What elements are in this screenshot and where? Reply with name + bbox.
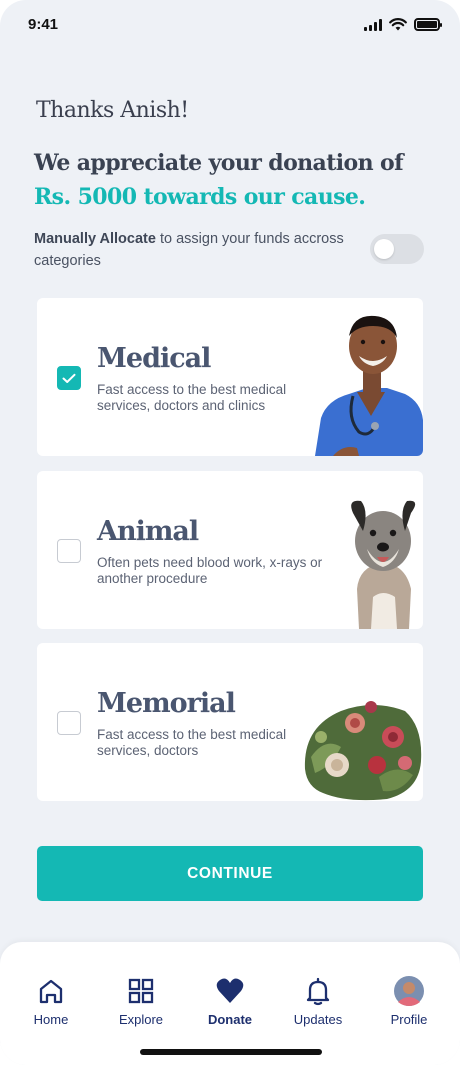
medical-title: Medical [97,343,211,374]
medical-checkbox[interactable] [57,366,81,390]
status-icons [364,18,442,31]
check-icon [62,373,76,383]
manual-allocate-toggle[interactable] [370,234,424,264]
tab-donate[interactable]: Donate [190,976,270,1027]
bell-icon [306,977,330,1006]
tab-explore[interactable]: Explore [101,976,181,1027]
memorial-title: Memorial [97,688,236,719]
manual-allocate-label: Manually Allocate [34,231,156,247]
doctor-photo [315,315,423,456]
tab-home[interactable]: Home [11,976,91,1027]
home-icon [39,979,63,1004]
animal-description: Often pets need blood work, x-rays or an… [97,555,323,586]
donation-amount-text: Rs. 5000 towards our cause. [34,184,366,210]
signal-icon [364,18,382,31]
category-card-memorial[interactable]: Memorial Fast access to the best medical… [37,643,423,801]
animal-title: Animal [97,516,199,547]
bottom-tab-bar: Home Explore Donate Updates Profile [0,942,460,1065]
continue-button[interactable]: CONTINUE [37,846,423,901]
app-screen: 9:41 Thanks Anish! We appreciate your do… [0,0,460,1065]
tab-updates[interactable]: Updates [278,976,358,1027]
status-time: 9:41 [28,16,59,33]
flowers-photo [304,701,422,801]
dog-photo [351,500,416,629]
avatar [394,976,424,1006]
battery-icon [414,18,442,31]
home-indicator [140,1049,322,1055]
tab-profile[interactable]: Profile [369,976,449,1027]
manual-allocate-text: Manually Allocate to assign your funds a… [34,228,354,272]
status-bar: 9:41 [0,0,460,50]
grid-icon [128,978,154,1004]
category-card-animal[interactable]: Animal Often pets need blood work, x-ray… [37,471,423,629]
memorial-description: Fast access to the best medical services… [97,727,287,758]
tab-explore-label: Explore [118,1012,164,1027]
greeting: Thanks Anish! [36,98,189,123]
toggle-knob [374,239,394,259]
medical-description: Fast access to the best medical services… [97,382,287,413]
donation-headline: We appreciate your donation of Rs. 5000 … [34,146,434,214]
tab-updates-label: Updates [293,1012,343,1027]
tab-home-label: Home [33,1012,69,1027]
headline-text: We appreciate your donation of [34,150,404,176]
memorial-checkbox[interactable] [57,711,81,735]
tab-donate-label: Donate [207,1012,253,1027]
wifi-icon [389,18,407,31]
heart-icon [216,978,244,1003]
animal-checkbox[interactable] [57,539,81,563]
category-card-medical[interactable]: Medical Fast access to the best medical … [37,298,423,456]
tab-profile-label: Profile [390,1012,428,1027]
